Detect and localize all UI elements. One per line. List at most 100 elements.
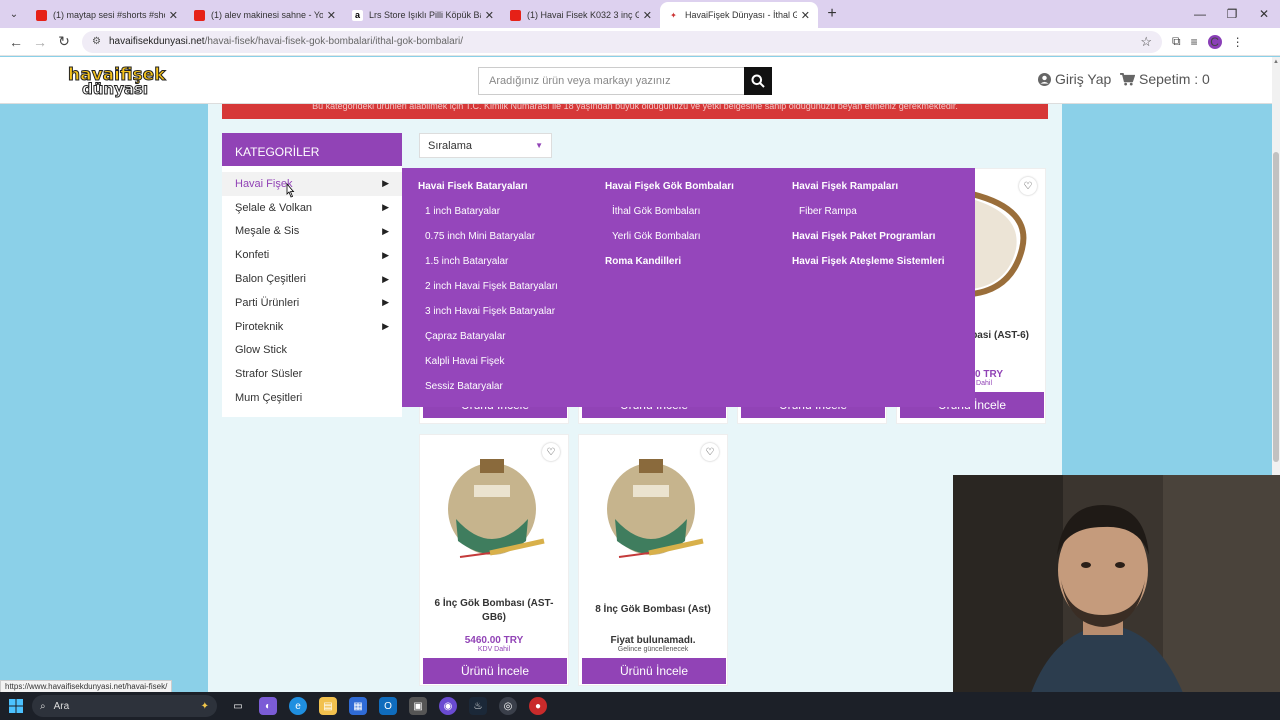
- browser-tab[interactable]: (1) alev makinesi sahne - YouTu ✕: [186, 2, 344, 28]
- close-tab-icon[interactable]: ✕: [801, 9, 810, 22]
- mega-heading-paket-programlari[interactable]: Havai Fişek Paket Programları: [792, 231, 935, 242]
- windows-taskbar: ⌕ Ara ✦ ▭ ◐ e ▤ ▦ O ▣ ◉ ♨ ◎ ●: [0, 692, 1280, 720]
- category-item-mesale-sis[interactable]: Meşale & Sis ▶: [222, 220, 402, 244]
- new-tab-icon[interactable]: +: [818, 5, 846, 23]
- mega-heading-gok-bombalari[interactable]: Havai Fişek Gök Bombaları: [605, 181, 734, 192]
- site-logo[interactable]: havaifişek dünyası: [62, 65, 167, 99]
- profile-avatar[interactable]: C: [1207, 34, 1222, 49]
- mega-heading-atesleme-sistemleri[interactable]: Havai Fişek Ateşleme Sistemleri: [792, 256, 945, 267]
- steam-icon[interactable]: ♨: [469, 697, 487, 715]
- product-no-price: Fiyat bulunamadı.: [610, 635, 696, 646]
- mega-item[interactable]: 1 inch Bataryalar: [425, 206, 500, 217]
- search-icon: ⌕: [40, 700, 46, 712]
- chrome-icon[interactable]: ◎: [499, 697, 517, 715]
- app-icon[interactable]: ▣: [409, 697, 427, 715]
- close-window-icon[interactable]: ✕: [1248, 7, 1280, 21]
- restore-icon[interactable]: ❐: [1216, 7, 1248, 21]
- product-image[interactable]: [589, 449, 713, 573]
- close-tab-icon[interactable]: ✕: [485, 9, 494, 22]
- bookmark-star-icon[interactable]: ☆: [1140, 34, 1152, 50]
- close-tab-icon[interactable]: ✕: [327, 9, 336, 22]
- category-item-havai-fisek[interactable]: Havai Fişek ▶: [222, 172, 402, 196]
- browser-tab[interactable]: (1) maytap sesi #shorts #shorts ✕: [28, 2, 186, 28]
- reload-icon[interactable]: ↻: [52, 33, 76, 50]
- browser-tab[interactable]: a Lrs Store Işıklı Pilli Köpük Balon ✕: [344, 2, 502, 28]
- category-item-balon[interactable]: Balon Çeşitleri ▶: [222, 267, 402, 291]
- category-label: Havai Fişek: [235, 177, 293, 190]
- extensions-icon[interactable]: ⧉: [1172, 34, 1181, 49]
- search-input[interactable]: [478, 67, 744, 95]
- mega-item[interactable]: 1.5 inch Bataryalar: [425, 256, 508, 267]
- mega-heading-rampalari[interactable]: Havai Fişek Rampaları: [792, 181, 898, 192]
- product-view-button[interactable]: Ürünü İncele: [582, 658, 726, 684]
- cart-link[interactable]: Sepetim : 0: [1120, 71, 1210, 87]
- obs-icon[interactable]: ◉: [439, 697, 457, 715]
- edge-icon[interactable]: e: [289, 697, 307, 715]
- category-item-piroteknik[interactable]: Piroteknik ▶: [222, 315, 402, 339]
- caret-right-icon: ▶: [382, 225, 389, 236]
- menu-kebab-icon[interactable]: ⋮: [1232, 35, 1244, 49]
- mega-item[interactable]: 3 inch Havai Fişek Bataryalar: [425, 306, 555, 317]
- mouse-pointer-icon: [286, 183, 295, 198]
- mega-item[interactable]: Sessiz Bataryalar: [425, 381, 503, 392]
- cart-icon: [1120, 72, 1135, 86]
- login-link[interactable]: Giriş Yap: [1038, 71, 1111, 87]
- file-explorer-icon[interactable]: ▤: [319, 697, 337, 715]
- amazon-favicon-icon: a: [352, 9, 363, 21]
- windows-start-icon[interactable]: [0, 699, 32, 713]
- mega-item[interactable]: Fiber Rampa: [799, 206, 857, 217]
- tab-search-dropdown-icon[interactable]: ⌄: [0, 0, 28, 28]
- browser-tab[interactable]: (1) Havai Fisek K032 3 inç GÖK ✕: [502, 2, 660, 28]
- task-view-icon[interactable]: ▭: [229, 697, 247, 715]
- url-domain: havaifisekdunyasi.net: [108, 36, 205, 47]
- search-icon: [751, 74, 765, 88]
- category-label: Glow Stick: [235, 344, 287, 357]
- caret-right-icon: ▶: [382, 273, 389, 284]
- minimize-icon[interactable]: —: [1184, 7, 1216, 21]
- forward-icon[interactable]: →: [28, 34, 52, 50]
- product-title[interactable]: 8 İnç Gök Bombası (Ast): [579, 603, 727, 617]
- product-image[interactable]: [972, 189, 1028, 299]
- mega-item[interactable]: Çapraz Bataryalar: [425, 331, 506, 342]
- close-tab-icon[interactable]: ✕: [169, 9, 178, 22]
- product-title[interactable]: 6 İnç Gök Bombası (AST-GB6): [420, 597, 568, 625]
- category-item-parti[interactable]: Parti Ürünleri ▶: [222, 291, 402, 315]
- mega-item[interactable]: Kalpli Havai Fişek: [425, 356, 504, 367]
- back-icon[interactable]: ←: [4, 34, 28, 50]
- havai-fisek-mega-menu: Havai Fisek Bataryaları 1 inch Bataryala…: [402, 168, 975, 407]
- browser-tab-active[interactable]: ✦ HavaiFişek Dünyası - İthal Gök B ✕: [660, 2, 818, 28]
- category-label: Konfeti: [235, 249, 270, 262]
- caret-right-icon: ▶: [382, 297, 389, 308]
- product-image[interactable]: [430, 449, 554, 573]
- mega-item[interactable]: İthal Gök Bombaları: [612, 206, 700, 217]
- mega-item[interactable]: 2 inch Havai Fişek Bataryaları: [425, 281, 558, 292]
- site-info-icon[interactable]: ⚙: [92, 36, 101, 47]
- category-item-glow-stick[interactable]: Glow Stick: [222, 339, 402, 363]
- age-warning-banner: Bu kategorideki ürünleri alabilmek için …: [222, 104, 1048, 119]
- caret-right-icon: ▶: [382, 321, 389, 332]
- search-button[interactable]: [744, 67, 772, 95]
- mega-heading-bataryalar[interactable]: Havai Fisek Bataryaları: [418, 181, 528, 192]
- scrollbar-thumb[interactable]: [1273, 152, 1279, 462]
- close-tab-icon[interactable]: ✕: [643, 9, 652, 22]
- scroll-up-icon[interactable]: ▲: [1272, 59, 1280, 65]
- recorder-icon[interactable]: ●: [529, 697, 547, 715]
- copilot-icon[interactable]: ◐: [259, 697, 277, 715]
- category-item-selale-volkan[interactable]: Şelale & Volkan ▶: [222, 196, 402, 220]
- tab-title: (1) maytap sesi #shorts #shorts: [53, 10, 165, 20]
- windows-logo-icon: [9, 699, 23, 713]
- mega-item[interactable]: Yerli Gök Bombaları: [612, 231, 701, 242]
- category-item-mum[interactable]: Mum Çeşitleri: [222, 386, 402, 410]
- page-background-left: [0, 104, 208, 692]
- store-icon[interactable]: ▦: [349, 697, 367, 715]
- sort-select[interactable]: Sıralama ▼: [419, 133, 552, 158]
- reading-list-icon[interactable]: ≡: [1191, 35, 1198, 49]
- taskbar-search[interactable]: ⌕ Ara ✦: [32, 695, 217, 717]
- mega-heading-roma-kandilleri[interactable]: Roma Kandilleri: [605, 256, 681, 267]
- mega-item[interactable]: 0.75 inch Mini Bataryalar: [425, 231, 535, 242]
- category-item-konfeti[interactable]: Konfeti ▶: [222, 243, 402, 267]
- product-view-button[interactable]: Ürünü İncele: [423, 658, 567, 684]
- outlook-icon[interactable]: O: [379, 697, 397, 715]
- category-item-strafor[interactable]: Strafor Süsler: [222, 362, 402, 386]
- url-bar[interactable]: ⚙ havaifisekdunyasi.net/havai-fisek/hava…: [82, 30, 1162, 53]
